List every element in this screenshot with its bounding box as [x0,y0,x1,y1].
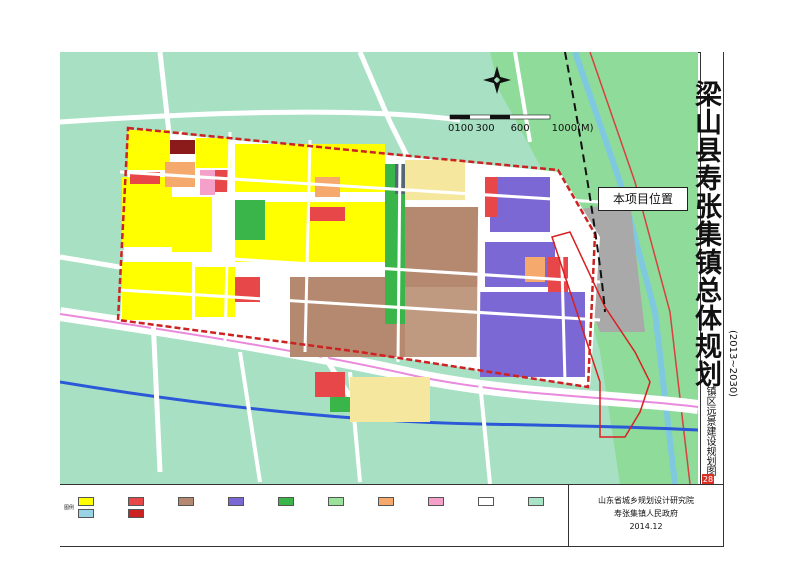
school-block [200,170,215,195]
legend-swatch [428,497,444,506]
legend-swatch [328,497,344,506]
green-space [330,397,350,412]
industrial-block [405,287,480,357]
legend-swatch [178,497,194,506]
legend-swatch [128,497,144,506]
map-canvas [60,52,698,484]
scale-tick: 300 [475,123,495,134]
commercial-block [310,207,345,221]
legend-key-label: 图例 [64,505,75,511]
scale-tick: 100 [454,123,474,134]
credit-institute: 山东省城乡规划设计研究院 [598,496,694,505]
commercial-block [485,177,497,217]
storage-block [490,177,550,232]
residential-block [128,130,170,170]
legend-swatch [478,497,494,506]
legend-swatch [228,497,244,506]
legend-swatch [278,497,294,506]
map-subtitle: 镇区远景建设规划图 [704,386,715,476]
scale-bar-labels: 0100 300 600 1000(M) [448,123,594,134]
residential-light-block [350,377,430,422]
credit-date: 2014.12 [629,522,663,531]
residential-block [172,197,212,252]
storage-block [480,292,585,377]
map-title: 梁山县寿张集镇总体规划 [690,80,721,388]
credit-panel: 山东省城乡规划设计研究院 寿张集镇人民政府 2014.12 [568,484,723,546]
legend-swatch [378,497,394,506]
scale-tick: 1000 [551,123,578,134]
credit-government: 寿张集镇人民政府 [614,509,678,518]
scale-unit: (M) [577,123,594,134]
commercial-block [315,372,345,397]
scale-bar [449,114,551,120]
legend-swatch [78,509,94,518]
project-location-callout: 本项目位置 [598,187,688,211]
land-use-map[interactable] [60,52,698,484]
green-space [235,200,265,240]
commercial-block [170,140,195,154]
residential-block [196,138,231,168]
map-years: (2013~2030) [727,330,738,398]
legend-swatch [128,509,144,518]
legend-swatch [78,497,94,506]
scale-tick: 600 [510,123,530,134]
callout-label: 本项目位置 [612,192,673,206]
legend-swatch [528,497,544,506]
residential-block [122,177,172,247]
residential-block [195,267,235,317]
